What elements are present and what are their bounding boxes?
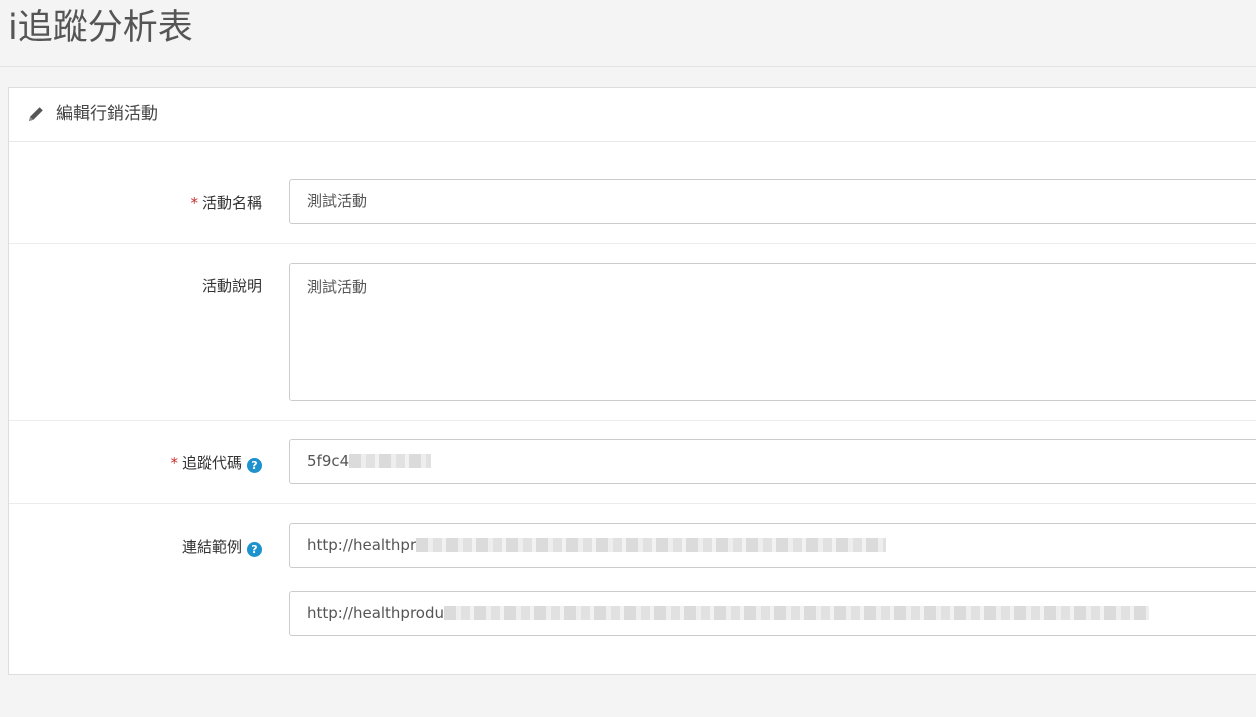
redacted-area (416, 538, 887, 552)
redacted-area (349, 454, 432, 468)
required-mark: * (170, 454, 178, 472)
campaign-name-input[interactable]: 測試活動 (289, 179, 1256, 224)
page-title: i追蹤分析表 (8, 8, 193, 48)
description-label: 活動說明 (201, 277, 262, 295)
tracking-code-value: 5f9c4 (307, 452, 350, 470)
link-example-value: http://healthprodu (307, 604, 444, 622)
redacted-area (444, 606, 1149, 620)
form-row-link-examples: 連結範例? http://healthpr http://healthprodu (9, 504, 1256, 674)
tracking-code-label: * 追蹤代碼? (170, 453, 262, 473)
help-icon[interactable]: ? (247, 458, 262, 473)
link-example-input[interactable]: http://healthpr (289, 523, 1256, 568)
panel-heading: 編輯行銷活動 (9, 88, 1256, 142)
campaign-name-label-text: 活動名稱 (201, 194, 262, 212)
help-icon[interactable]: ? (247, 542, 262, 557)
edit-campaign-panel: 編輯行銷活動 * 活動名稱 測試活動 活動說明 測試活動 * 追蹤代碼? 5f9c4… (8, 87, 1256, 675)
required-mark: * (190, 194, 198, 212)
link-examples-label-text: 連結範例 (181, 538, 242, 556)
panel-title: 編輯行銷活動 (56, 104, 158, 124)
description-textarea[interactable]: 測試活動 (289, 263, 1256, 401)
campaign-name-label: * 活動名稱 (190, 193, 262, 213)
link-examples-label: 連結範例? (182, 537, 262, 557)
form-row-campaign-name: * 活動名稱 測試活動 (9, 142, 1256, 243)
pencil-icon (29, 107, 43, 121)
link-example-input[interactable]: http://healthprodu (289, 591, 1256, 636)
tracking-code-label-text: 追蹤代碼 (181, 454, 242, 472)
form-row-tracking-code: * 追蹤代碼? 5f9c4 (9, 421, 1256, 503)
form-row-description: 活動說明 測試活動 (9, 244, 1256, 420)
link-example-value: http://healthpr (307, 536, 417, 554)
tracking-code-input[interactable]: 5f9c4 (289, 439, 1256, 484)
page-header: i追蹤分析表 (0, 0, 1256, 67)
